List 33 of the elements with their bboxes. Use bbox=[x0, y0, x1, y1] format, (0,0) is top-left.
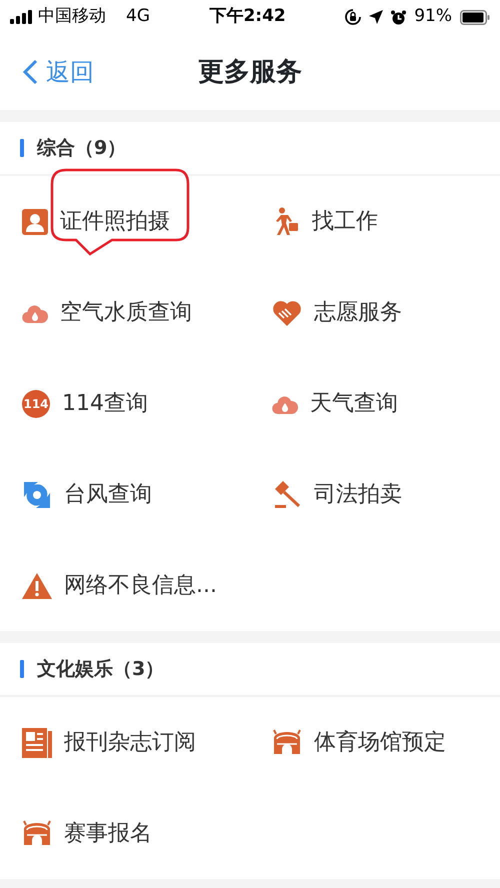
carrier-name: 中国移动 bbox=[38, 5, 106, 28]
battery-icon bbox=[460, 10, 490, 24]
number-badge-icon: 114 bbox=[22, 390, 50, 418]
service-link[interactable]: 志愿服务 bbox=[314, 296, 402, 329]
section-title: 综合（9） bbox=[37, 136, 126, 161]
newspaper-icon bbox=[22, 728, 52, 758]
warning-icon bbox=[22, 572, 52, 598]
signal-icon bbox=[10, 10, 34, 24]
location-arrow-icon bbox=[369, 10, 384, 24]
service-link[interactable]: 网络不良信息... bbox=[64, 569, 217, 602]
typhoon-icon bbox=[22, 480, 52, 510]
service-link[interactable]: 司法拍卖 bbox=[314, 478, 402, 511]
chevron-left-icon bbox=[22, 59, 38, 85]
rotation-lock-icon bbox=[345, 9, 362, 25]
service-link[interactable]: 114查询 bbox=[62, 387, 148, 420]
status-time: 下午2:42 bbox=[209, 5, 286, 28]
service-link[interactable]: 空气水质查询 bbox=[60, 296, 192, 329]
service-link[interactable]: 天气查询 bbox=[310, 387, 398, 420]
network-type: 4G bbox=[126, 5, 150, 28]
service-link[interactable]: 赛事报名 bbox=[64, 817, 152, 850]
service-link[interactable]: 找工作 bbox=[312, 205, 378, 238]
service-link[interactable]: 台风查询 bbox=[64, 478, 152, 511]
service-link[interactable]: 报刊杂志订阅 bbox=[64, 726, 196, 759]
section-title: 文化娱乐（3） bbox=[37, 656, 164, 682]
section-marker bbox=[20, 139, 24, 157]
page-title: 更多服务 bbox=[198, 56, 302, 86]
alarm-icon bbox=[391, 10, 406, 24]
battery-percent: 91% bbox=[414, 5, 452, 28]
service-link[interactable]: 体育场馆预定 bbox=[314, 726, 446, 759]
heart-handshake-icon bbox=[272, 300, 302, 326]
id-photo-icon bbox=[22, 208, 48, 234]
section-marker bbox=[20, 660, 24, 678]
gavel-icon bbox=[272, 480, 302, 510]
